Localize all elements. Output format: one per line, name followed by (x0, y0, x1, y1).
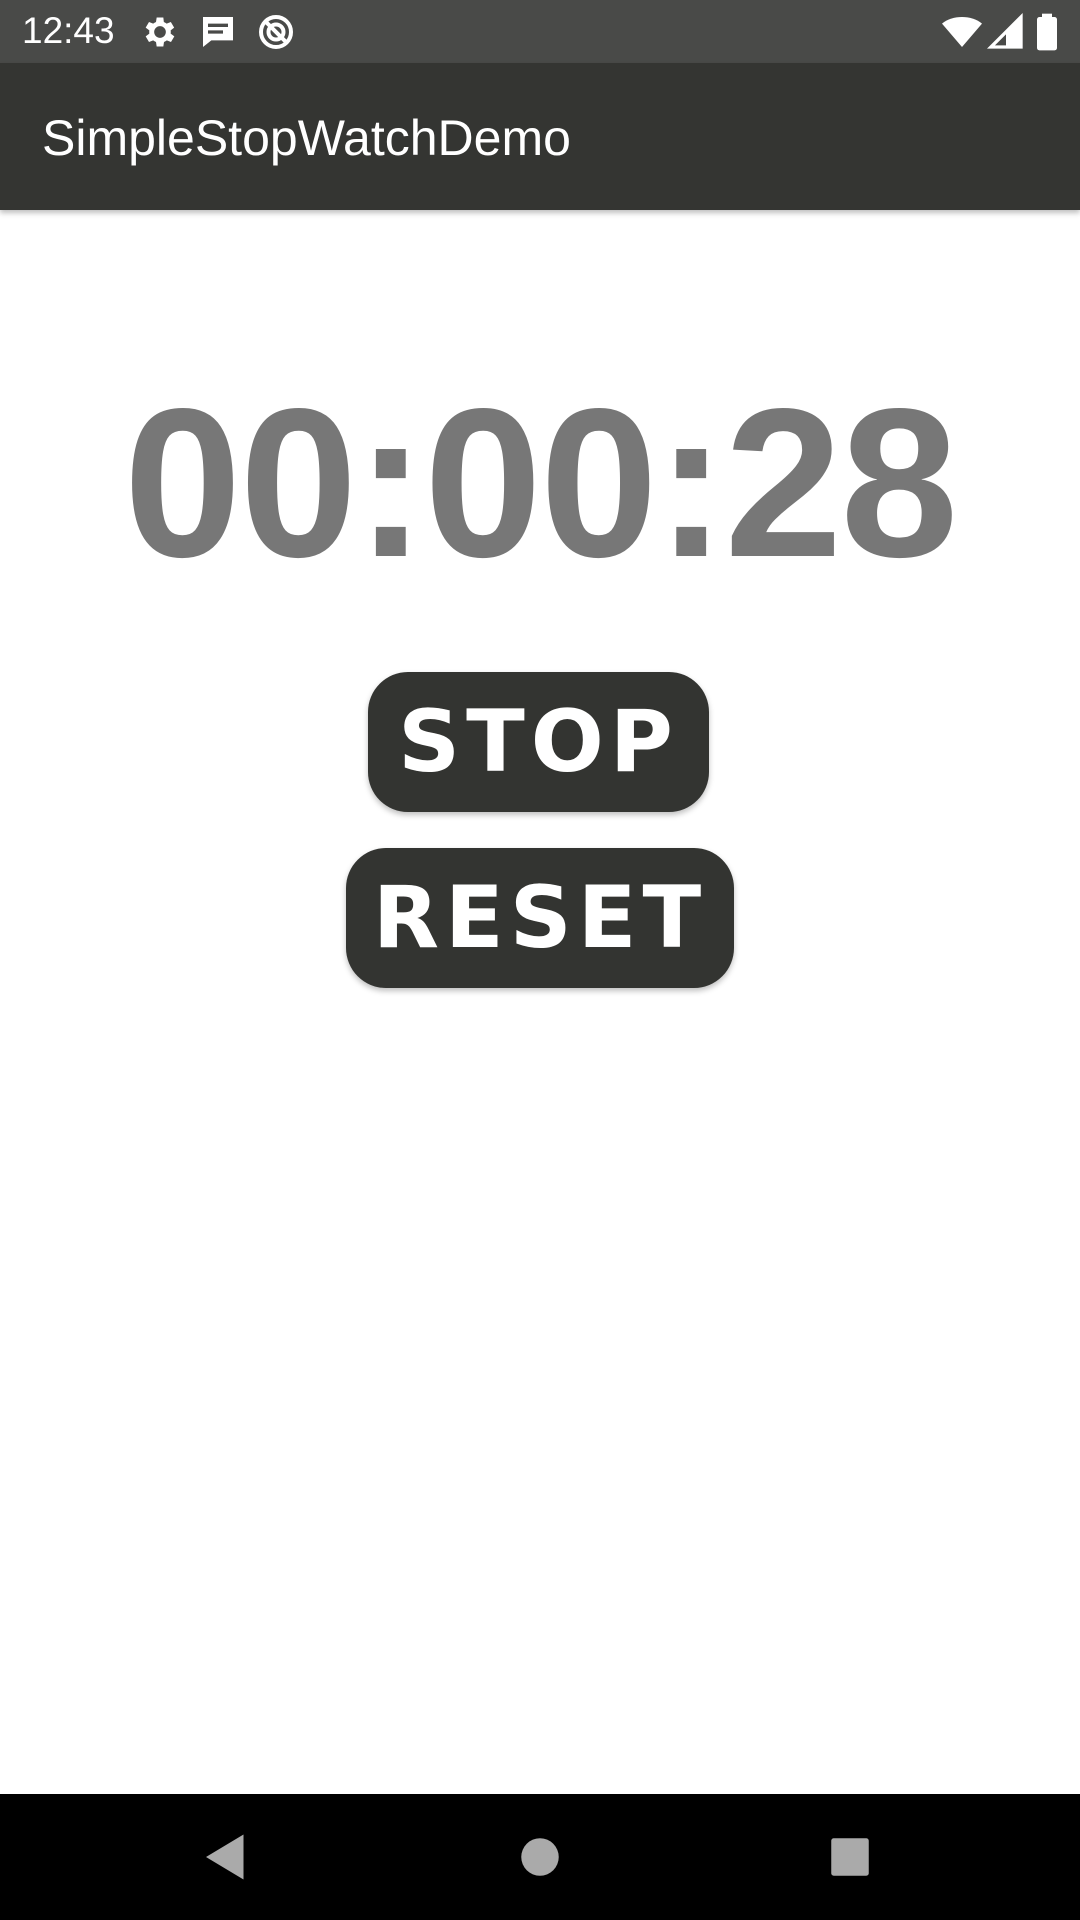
reset-button[interactable]: RESET (346, 848, 734, 988)
message-icon (198, 12, 238, 52)
stop-button[interactable]: STOP (368, 672, 709, 812)
no-sync-icon (256, 12, 296, 52)
app-bar: SimpleStopWatchDemo (0, 63, 1080, 210)
navigation-bar (0, 1794, 1080, 1920)
recents-icon[interactable] (820, 1827, 880, 1887)
signal-icon (986, 12, 1026, 52)
timer-display: 00:00:28 (123, 364, 959, 601)
status-bar: 12:43 (0, 0, 1080, 63)
gear-icon (140, 12, 180, 52)
wifi-icon (942, 12, 982, 52)
home-icon[interactable] (510, 1827, 570, 1887)
status-time: 12:43 (22, 10, 115, 51)
app-title: SimpleStopWatchDemo (42, 110, 571, 166)
back-icon[interactable] (196, 1827, 256, 1887)
battery-icon (1030, 12, 1064, 52)
screen: 12:43 SimpleStopWatchDemo 00:00:28 STOP … (0, 0, 1080, 1920)
